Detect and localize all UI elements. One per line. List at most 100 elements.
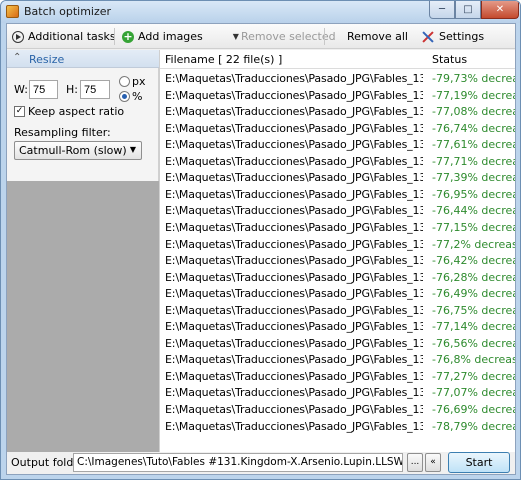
resampling-select[interactable]: Catmull-Rom (slow) ▼: [14, 141, 142, 160]
table-row[interactable]: E:\Maquetas\Traducciones\Pasado_JPG\Fabl…: [160, 88, 515, 105]
row-status: -77,2% decrease: [432, 237, 515, 251]
row-filename: E:\Maquetas\Traducciones\Pasado_JPG\Fabl…: [165, 403, 423, 416]
maximize-button[interactable]: □: [455, 1, 481, 19]
title-bar[interactable]: Batch optimizer ─ □ ✕: [1, 1, 520, 23]
settings-button[interactable]: Settings: [421, 28, 484, 45]
collapse-icon: ⌃: [13, 52, 22, 63]
table-row[interactable]: E:\Maquetas\Traducciones\Pasado_JPG\Fabl…: [160, 270, 515, 287]
row-status: -77,27% decrease: [432, 369, 515, 383]
toolbar-divider: [114, 28, 115, 45]
row-filename: E:\Maquetas\Traducciones\Pasado_JPG\Fabl…: [165, 386, 423, 400]
unit-px-label: px: [132, 75, 146, 88]
row-status: -76,75% decrease: [432, 303, 515, 317]
collapse-panel-button[interactable]: «: [425, 453, 441, 472]
settings-icon: [421, 30, 435, 44]
row-filename: E:\Maquetas\Traducciones\Pasado_JPG\Fabl…: [165, 204, 423, 218]
output-bar: Output folder: C:\Imagenes\Tuto\Fables #…: [7, 452, 515, 474]
remove-selected-button[interactable]: Remove selected: [241, 28, 336, 45]
table-row[interactable]: E:\Maquetas\Traducciones\Pasado_JPG\Fabl…: [160, 253, 515, 270]
filename-column-header[interactable]: Filename [ 22 file(s) ]: [165, 53, 282, 66]
row-status: -77,71% decrease: [432, 154, 515, 168]
unit-px-radio[interactable]: [119, 76, 130, 87]
table-row[interactable]: E:\Maquetas\Traducciones\Pasado_JPG\Fabl…: [160, 303, 515, 320]
table-row[interactable]: E:\Maquetas\Traducciones\Pasado_JPG\Fabl…: [160, 170, 515, 187]
output-folder-input[interactable]: C:\Imagenes\Tuto\Fables #131.Kingdom-X.A…: [73, 453, 403, 472]
row-filename: E:\Maquetas\Traducciones\Pasado_JPG\Fabl…: [165, 303, 423, 317]
add-images-label: Add images: [138, 30, 203, 43]
window-title: Batch optimizer: [24, 5, 112, 18]
resize-section: ⌃ Resize W: H: px % ✓ Keep aspect ratio …: [7, 50, 159, 181]
height-input[interactable]: [80, 80, 110, 99]
row-status: -76,49% decrease: [432, 287, 515, 301]
close-button[interactable]: ✕: [481, 1, 519, 19]
row-filename: E:\Maquetas\Traducciones\Pasado_JPG\Fabl…: [165, 336, 423, 350]
table-row[interactable]: E:\Maquetas\Traducciones\Pasado_JPG\Fabl…: [160, 220, 515, 237]
unit-percent-radio[interactable]: [119, 91, 130, 102]
additional-tasks-label: Additional tasks: [28, 30, 116, 43]
row-status: -77,15% decrease: [432, 220, 515, 234]
remove-all-button[interactable]: Remove all: [347, 28, 408, 45]
row-status: -76,42% decrease: [432, 254, 515, 268]
row-status: -77,07% decrease: [432, 386, 515, 400]
table-row[interactable]: E:\Maquetas\Traducciones\Pasado_JPG\Fabl…: [160, 352, 515, 369]
row-filename: E:\Maquetas\Traducciones\Pasado_JPG\Fabl…: [165, 72, 423, 85]
minimize-button[interactable]: ─: [429, 1, 455, 19]
settings-label: Settings: [439, 30, 485, 43]
minimize-icon: ─: [438, 4, 446, 15]
row-filename: E:\Maquetas\Traducciones\Pasado_JPG\Fabl…: [165, 320, 423, 334]
close-icon: ✕: [495, 4, 505, 15]
table-row[interactable]: E:\Maquetas\Traducciones\Pasado_JPG\Fabl…: [160, 203, 515, 220]
row-status: -76,44% decrease: [432, 204, 515, 218]
table-row[interactable]: E:\Maquetas\Traducciones\Pasado_JPG\Fabl…: [160, 187, 515, 204]
table-row[interactable]: E:\Maquetas\Traducciones\Pasado_JPG\Fabl…: [160, 286, 515, 303]
list-header: Filename [ 22 file(s) ] Status: [160, 50, 515, 69]
unit-percent-label: %: [132, 90, 143, 103]
client-area: Additional tasks ▼ + Add images ▼ Remove…: [6, 23, 516, 475]
row-status: -79,73% decrease: [432, 72, 515, 85]
row-filename: E:\Maquetas\Traducciones\Pasado_JPG\Fabl…: [165, 270, 423, 284]
table-row[interactable]: E:\Maquetas\Traducciones\Pasado_JPG\Fabl…: [160, 336, 515, 353]
row-status: -77,61% decrease: [432, 138, 515, 152]
row-filename: E:\Maquetas\Traducciones\Pasado_JPG\Fabl…: [165, 88, 423, 102]
table-row[interactable]: E:\Maquetas\Traducciones\Pasado_JPG\Fabl…: [160, 154, 515, 171]
row-filename: E:\Maquetas\Traducciones\Pasado_JPG\Fabl…: [165, 419, 423, 433]
status-column-header[interactable]: Status: [432, 53, 467, 66]
resampling-label: Resampling filter:: [14, 126, 111, 139]
table-row[interactable]: E:\Maquetas\Traducciones\Pasado_JPG\Fabl…: [160, 369, 515, 386]
toolbar-divider: [324, 28, 325, 45]
row-status: -77,08% decrease: [432, 105, 515, 119]
row-filename: E:\Maquetas\Traducciones\Pasado_JPG\Fabl…: [165, 138, 423, 152]
table-row[interactable]: E:\Maquetas\Traducciones\Pasado_JPG\Fabl…: [160, 104, 515, 121]
add-images-button[interactable]: + Add images ▼: [122, 28, 239, 45]
table-row[interactable]: E:\Maquetas\Traducciones\Pasado_JPG\Fabl…: [160, 385, 515, 402]
resize-header[interactable]: ⌃ Resize: [7, 50, 159, 68]
table-row[interactable]: E:\Maquetas\Traducciones\Pasado_JPG\Fabl…: [160, 137, 515, 154]
keep-aspect-checkbox[interactable]: ✓: [14, 106, 25, 117]
table-row[interactable]: E:\Maquetas\Traducciones\Pasado_JPG\Fabl…: [160, 71, 515, 88]
start-button[interactable]: Start: [448, 452, 510, 473]
row-filename: E:\Maquetas\Traducciones\Pasado_JPG\Fabl…: [165, 171, 423, 185]
browse-button[interactable]: ...: [407, 453, 423, 472]
width-label: W:: [14, 83, 28, 96]
row-filename: E:\Maquetas\Traducciones\Pasado_JPG\Fabl…: [165, 237, 423, 251]
table-row[interactable]: E:\Maquetas\Traducciones\Pasado_JPG\Fabl…: [160, 121, 515, 138]
width-input[interactable]: [29, 80, 58, 99]
row-filename: E:\Maquetas\Traducciones\Pasado_JPG\Fabl…: [165, 254, 423, 268]
table-row[interactable]: E:\Maquetas\Traducciones\Pasado_JPG\Fabl…: [160, 237, 515, 254]
table-row[interactable]: E:\Maquetas\Traducciones\Pasado_JPG\Fabl…: [160, 319, 515, 336]
row-status: -76,28% decrease: [432, 270, 515, 284]
row-status: -76,56% decrease: [432, 336, 515, 350]
table-row[interactable]: E:\Maquetas\Traducciones\Pasado_JPG\Fabl…: [160, 419, 515, 436]
table-row[interactable]: E:\Maquetas\Traducciones\Pasado_JPG\Fabl…: [160, 402, 515, 419]
row-status: -76,74% decrease: [432, 121, 515, 135]
maximize-icon: □: [463, 4, 473, 15]
row-filename: E:\Maquetas\Traducciones\Pasado_JPG\Fabl…: [165, 287, 423, 301]
add-icon: +: [122, 29, 134, 43]
remove-selected-label: Remove selected: [241, 30, 336, 43]
chevron-down-icon: ▼: [129, 145, 136, 154]
remove-all-label: Remove all: [347, 30, 408, 43]
keep-aspect-label: Keep aspect ratio: [28, 105, 125, 118]
row-status: -77,19% decrease: [432, 88, 515, 102]
row-filename: E:\Maquetas\Traducciones\Pasado_JPG\Fabl…: [165, 121, 423, 135]
chevron-down-icon: ▼: [232, 32, 239, 41]
